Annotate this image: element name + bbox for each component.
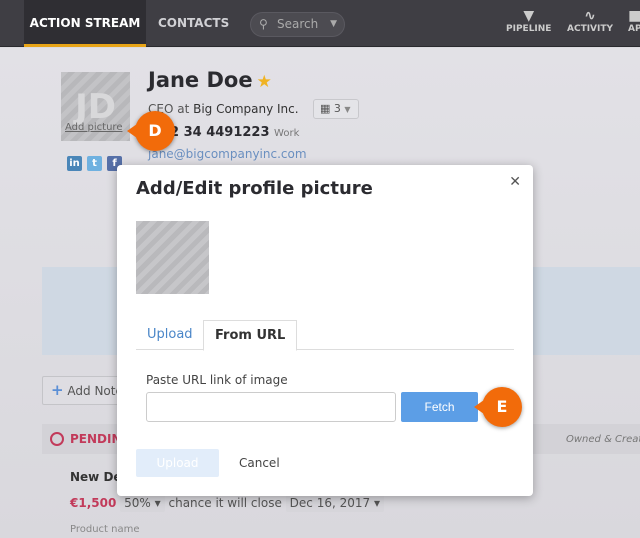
url-label: Paste URL link of image bbox=[146, 373, 288, 387]
tab-upload[interactable]: Upload bbox=[136, 320, 204, 351]
deal-amount: €1,500 bbox=[70, 496, 117, 510]
search-icon: ⚲ bbox=[259, 17, 268, 31]
contact-name: Jane Doe ★ bbox=[148, 68, 272, 92]
contact-title: CEO at Big Company Inc. bbox=[148, 102, 299, 116]
contact-email[interactable]: jane@bigcompanyinc.com bbox=[148, 147, 307, 161]
upload-button[interactable]: Upload bbox=[136, 449, 219, 477]
phone-type: Work bbox=[274, 128, 300, 139]
tab-action-stream[interactable]: ACTION STREAM bbox=[24, 0, 146, 47]
nav-label: ACTIVITY bbox=[567, 24, 614, 34]
probability-dropdown[interactable]: 50% ▾ bbox=[120, 494, 165, 512]
chevron-down-icon[interactable]: ▼ bbox=[330, 13, 337, 36]
companies-count: 3 bbox=[333, 102, 341, 115]
add-note-label: Add Note bbox=[67, 384, 123, 398]
cancel-button[interactable]: Cancel bbox=[239, 449, 280, 477]
modal-tabs: Upload From URL bbox=[136, 320, 514, 351]
search-placeholder: Search bbox=[277, 17, 319, 31]
url-input[interactable] bbox=[146, 392, 396, 422]
pulse-icon: ∿ bbox=[584, 8, 596, 24]
top-nav: ACTION STREAM CONTACTS ⚲ Search ▼ ▼ PIPELIN… bbox=[0, 0, 640, 47]
owned-filter[interactable]: Owned & Creat bbox=[566, 434, 640, 445]
nav-activity[interactable]: ∿ ACTIVITY bbox=[567, 8, 613, 34]
name-text: Jane Doe bbox=[148, 68, 253, 92]
profile-picture-modal: Add/Edit profile picture ✕ Upload From U… bbox=[117, 165, 533, 496]
product-label: Product name bbox=[70, 524, 140, 535]
picture-preview bbox=[136, 221, 209, 294]
close-date: Dec 16, 2017 bbox=[289, 496, 371, 510]
fetch-button[interactable]: Fetch bbox=[401, 392, 478, 422]
search-input[interactable]: ⚲ Search ▼ bbox=[250, 12, 345, 37]
clock-icon bbox=[50, 432, 64, 446]
nav-label: PIPELINE bbox=[506, 24, 552, 34]
close-date-dropdown[interactable]: Dec 16, 2017 ▾ bbox=[285, 494, 384, 512]
building-icon: ▦ bbox=[320, 102, 331, 115]
tab-from-url[interactable]: From URL bbox=[203, 320, 298, 351]
twitter-icon[interactable]: t bbox=[87, 156, 102, 171]
companies-dropdown[interactable]: ▦ 3 ▼ bbox=[313, 99, 359, 119]
tab-contacts[interactable]: CONTACTS bbox=[158, 0, 229, 47]
plus-icon: + bbox=[51, 381, 64, 399]
star-icon[interactable]: ★ bbox=[257, 72, 272, 92]
nav-apps[interactable]: ■ AP bbox=[628, 8, 640, 34]
add-picture-link[interactable]: Add picture bbox=[65, 122, 122, 133]
annotation-badge-d: D bbox=[127, 111, 175, 151]
modal-title: Add/Edit profile picture bbox=[136, 178, 373, 199]
probability: 50% bbox=[124, 496, 151, 510]
deal-title[interactable]: New De bbox=[70, 470, 122, 484]
pending-label: PENDIN bbox=[70, 432, 122, 446]
linkedin-icon[interactable]: in bbox=[67, 156, 82, 171]
chance-text: chance it will close bbox=[168, 496, 282, 510]
close-icon[interactable]: ✕ bbox=[509, 174, 521, 190]
phone-number: 2 34 4491223 bbox=[170, 125, 270, 140]
apps-icon: ■ bbox=[628, 8, 640, 24]
nav-label: AP bbox=[628, 24, 640, 34]
company-link[interactable]: Big Company Inc. bbox=[193, 102, 298, 116]
deal-row: €1,500 50% ▾ chance it will close Dec 16… bbox=[70, 494, 384, 512]
funnel-icon: ▼ bbox=[523, 8, 535, 24]
annotation-badge-e: E bbox=[474, 387, 522, 427]
contact-phone: 2 34 4491223 Work bbox=[170, 125, 299, 140]
nav-pipeline[interactable]: ▼ PIPELINE bbox=[506, 8, 551, 34]
